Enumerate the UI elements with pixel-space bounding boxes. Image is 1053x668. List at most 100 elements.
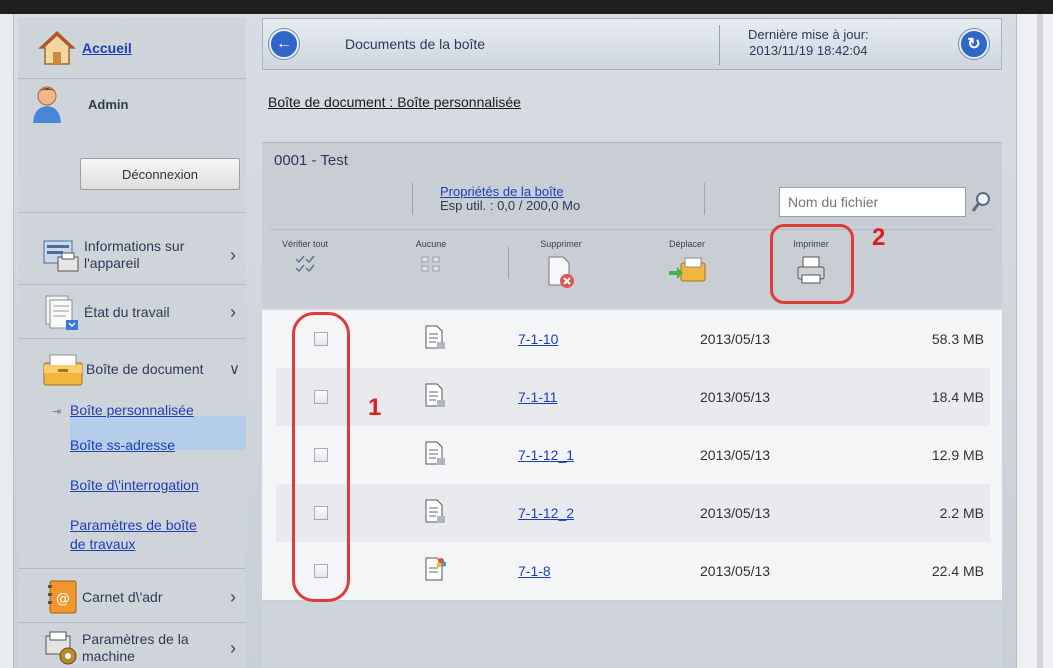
annotation-marker-1: 1 [368,394,382,421]
job-status-icon [45,295,78,330]
check-all-label: Vérifier tout [281,239,329,249]
check-all-icon [295,255,315,273]
sidebar-label: Paramètres de la [82,631,189,647]
chevron-down-icon: ∨ [229,361,240,378]
filename-search-input[interactable] [779,187,966,217]
file-date: 2013/05/13 [700,331,771,347]
refresh-icon[interactable]: ↻ [959,29,989,59]
sidebar-item-address-book[interactable]: @ Carnet d\'adr › [18,574,246,620]
file-size: 2.2 MB [939,505,984,521]
divider [18,338,246,339]
sidebar-label: Boîte de document [86,360,204,377]
submenu-item-polling-box[interactable]: Boîte d\'interrogation [70,476,199,495]
table-row[interactable]: 7-1-11 2013/05/13 18.4 MB [276,368,990,426]
divider [508,247,509,279]
machine-settings-icon [45,631,77,665]
document-icon [425,499,445,523]
file-name-link[interactable]: 7-1-12_1 [518,447,574,463]
sidebar-label: Carnet d\'adr [82,588,163,605]
submenu-item-custom-box[interactable]: Boîte personnalisée [70,401,194,420]
file-list: 7-1-10 2013/05/13 58.3 MB 7-1-11 2013/05… [262,310,1002,600]
annotation-checkbox-highlight [292,312,350,602]
file-name-link[interactable]: 7-1-10 [518,331,558,347]
box-panel: 0001 - Test Propriétés de la boîte Esp u… [262,142,1002,308]
last-update-label: Dernière mise à jour: [748,27,869,42]
file-name-link[interactable]: 7-1-11 [518,389,557,405]
sidebar-label: Informations sur [84,238,185,254]
file-size: 12.9 MB [931,447,984,463]
move-button[interactable]: Déplacer [652,239,722,285]
divider [18,622,246,623]
delete-label: Supprimer [540,239,582,249]
divider [18,568,246,569]
file-name-link[interactable]: 7-1-12_2 [518,505,574,521]
file-size: 18.4 MB [931,389,984,405]
last-update-time: 2013/11/19 18:42:04 [749,43,868,58]
scrollbar-track[interactable] [1037,14,1043,668]
divider [18,78,246,79]
chevron-right-icon: › [230,637,236,658]
sidebar: Accueil Admin Déconnexion Informations s… [18,18,246,668]
submenu-item-job-box-settings[interactable]: Paramètres de boîte de travaux [70,516,197,554]
uncheck-all-icon [421,256,440,272]
file-name-link[interactable]: 7-1-8 [518,563,551,579]
svg-text:@: @ [56,591,70,607]
document-icon [425,441,445,465]
window-top-strip [0,0,1053,14]
box-name: 0001 - Test [274,152,348,169]
box-properties: Propriétés de la boîte Esp util. : 0,0 /… [440,185,580,213]
submenu-arrow-icon: ⇥ [52,406,62,418]
box-usage: Esp util. : 0,0 / 200,0 Mo [440,198,581,213]
back-arrow-icon[interactable]: ← [269,29,299,59]
breadcrumb[interactable]: Boîte de document : Boîte personnalisée [268,94,521,110]
select-none-label: Aucune [415,239,447,249]
box-properties-link[interactable]: Propriétés de la boîte [440,184,564,199]
file-date: 2013/05/13 [700,563,771,579]
delete-button[interactable]: Supprimer [526,239,596,289]
sidebar-item-machine-settings[interactable]: Paramètres de la machine › [18,628,246,668]
file-date: 2013/05/13 [700,505,771,521]
check-all-button[interactable]: Vérifier tout [270,239,340,273]
table-row[interactable]: 7-1-10 2013/05/13 58.3 MB [276,310,990,368]
annotation-print-highlight [770,224,854,304]
sidebar-item-job-status[interactable]: État du travail › [18,290,246,334]
file-size: 22.4 MB [931,563,984,579]
divider [18,212,246,213]
select-none-button[interactable]: Aucune [396,239,466,273]
sidebar-item-device-info[interactable]: Informations sur l'appareil › [18,230,246,280]
table-row[interactable]: 7-1-8 2013/05/13 22.4 MB [276,542,990,600]
file-size: 58.3 MB [931,331,984,347]
move-label: Déplacer [668,239,706,249]
file-date: 2013/05/13 [700,389,771,405]
page-header: ← Documents de la boîte Dernière mise à … [262,18,1002,70]
list-footer-area [262,602,1002,668]
home-link[interactable]: Accueil [82,40,132,56]
divider [719,25,720,65]
device-info-icon [43,240,79,272]
annotation-marker-2: 2 [872,224,886,251]
table-row[interactable]: 7-1-12_2 2013/05/13 2.2 MB [276,484,990,542]
sidebar-label: État du travail [84,303,170,320]
home-icon [38,30,76,65]
search-icon[interactable] [971,191,991,213]
sidebar-label: l'appareil [84,255,140,271]
address-book-icon: @ [48,580,77,614]
divider [270,229,994,230]
last-update: Dernière mise à jour: 2013/11/19 18:42:0… [748,27,869,59]
sidebar-label: machine [82,648,135,664]
move-document-icon [669,257,706,282]
submenu-label: Paramètres de boîte [70,517,197,533]
divider [18,284,246,285]
user-name: Admin [88,96,129,112]
user-avatar-icon [33,86,61,123]
document-icon [425,325,445,349]
logout-button[interactable]: Déconnexion [80,158,240,190]
table-row[interactable]: 7-1-12_1 2013/05/13 12.9 MB [276,426,990,484]
browser-scrollbar[interactable] [1016,14,1053,668]
sidebar-item-home[interactable]: Accueil [18,28,246,68]
document-box-icon [43,354,83,386]
chevron-right-icon: › [230,301,236,322]
sidebar-item-document-box[interactable]: Boîte de document ∨ [18,344,246,394]
submenu-item-unaddressed-box[interactable]: Boîte ss-adresse [70,436,175,455]
chevron-right-icon: › [230,244,236,265]
